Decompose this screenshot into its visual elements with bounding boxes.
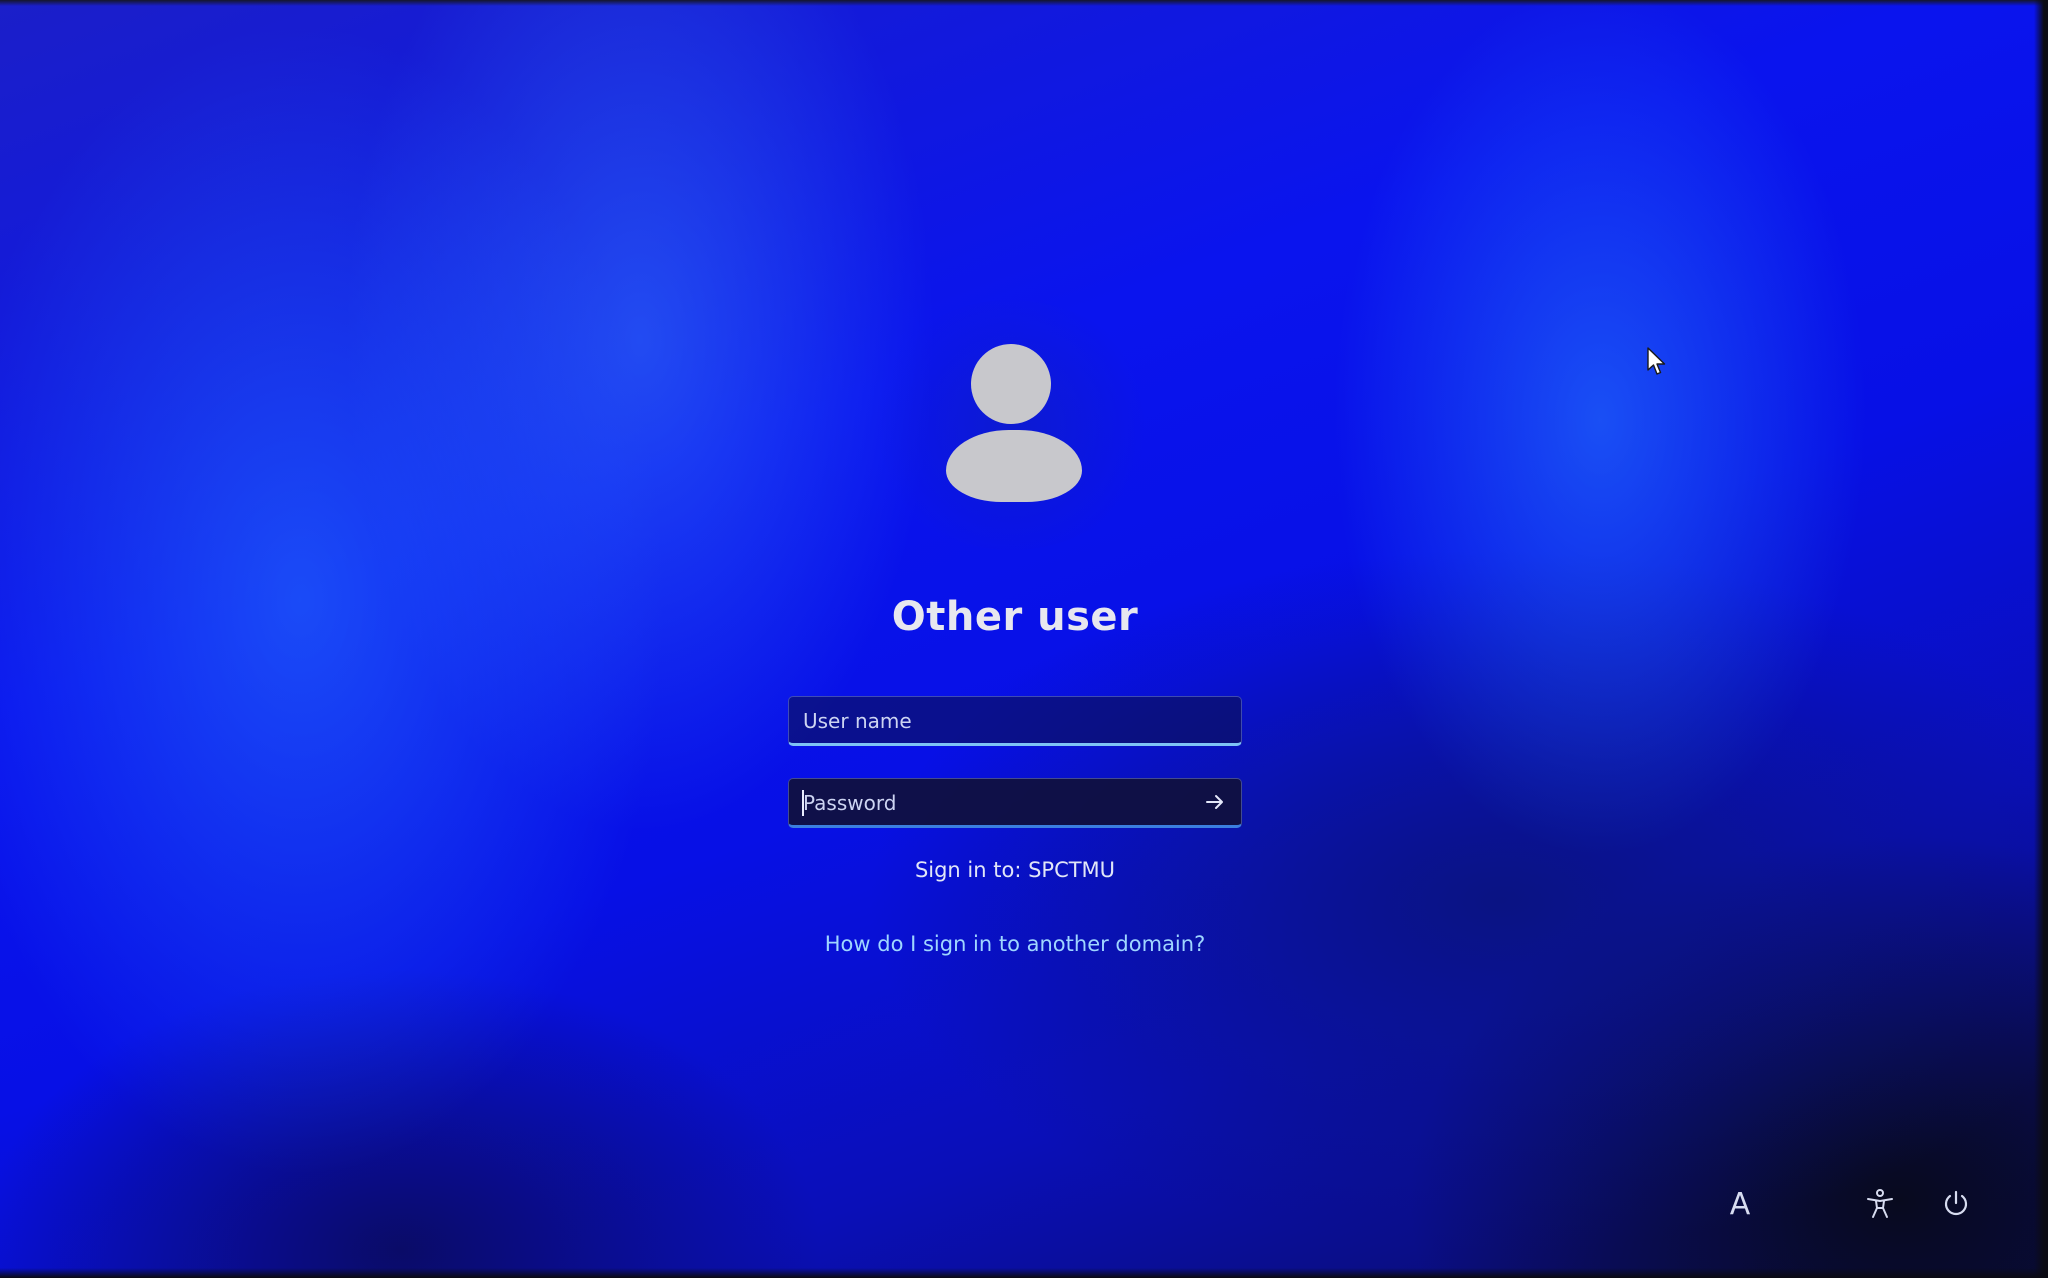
username-field[interactable] [788, 696, 1242, 746]
avatar-head [971, 344, 1051, 424]
power-icon [1944, 1190, 1968, 1216]
username-input[interactable] [801, 697, 1185, 745]
power-button[interactable] [1932, 1180, 1980, 1228]
sign-in-target: Sign in to: SPCTMU [914, 858, 1116, 882]
avatar-glow [866, 300, 1156, 550]
text-caret [802, 790, 804, 816]
screen-bezel-bottom [0, 1268, 2048, 1278]
screen-bezel-right [2034, 0, 2048, 1278]
lock-screen: Other user Sign in to: SPCTMU How do I s… [0, 0, 2048, 1278]
input-language-button[interactable]: A [1716, 1180, 1764, 1228]
accessibility-button[interactable] [1856, 1180, 1904, 1228]
mouse-cursor-icon [1647, 347, 1666, 375]
another-domain-link[interactable]: How do I sign in to another domain? [0, 932, 2030, 956]
avatar-body [946, 430, 1082, 502]
submit-button[interactable] [1197, 784, 1233, 820]
language-label: A [1729, 1186, 1751, 1222]
accessibility-icon [1867, 1189, 1893, 1218]
screen-bezel-top [0, 0, 2048, 6]
password-field[interactable] [788, 778, 1242, 828]
arrow-right-icon [1206, 795, 1223, 809]
user-avatar [866, 300, 1156, 550]
password-input[interactable] [801, 779, 1185, 827]
user-title: Other user [891, 594, 1139, 640]
